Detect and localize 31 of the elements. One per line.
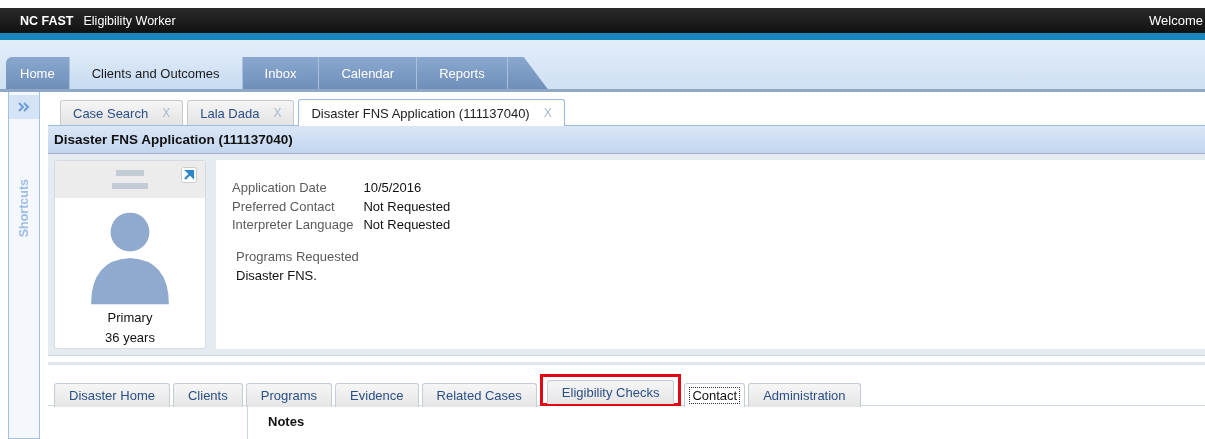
page-tab[interactable]: Disaster FNS Application (111137040) X: [298, 99, 565, 126]
person-role: Primary: [107, 309, 153, 327]
detail-value: 10/5/2016: [363, 179, 423, 197]
page-tab[interactable]: Lala Dada X: [187, 100, 295, 125]
detail-label: Preferred Contact: [232, 197, 336, 216]
programs-value: Disaster FNS.: [236, 266, 318, 285]
detail-label: Interpreter Language: [232, 216, 354, 234]
welcome-text: Welcome: [1149, 13, 1204, 28]
section-title: Notes: [267, 413, 306, 431]
programs-label: Programs Requested: [236, 247, 360, 266]
expand-icon[interactable]: [9, 95, 39, 119]
person-age: 36 years: [105, 329, 155, 347]
case-tab[interactable]: Related Cases: [421, 383, 537, 407]
case-tab[interactable]: Clients: [172, 383, 243, 407]
blurred-name: [116, 170, 144, 176]
case-tab[interactable]: Disaster Home: [54, 383, 170, 407]
detail-value: Not Requested: [363, 216, 451, 234]
case-tab[interactable]: Eligibility Checks: [546, 380, 675, 404]
detail-label: Application Date: [232, 179, 328, 197]
page-tab[interactable]: Case Search X: [60, 100, 184, 125]
case-tab[interactable]: Administration: [748, 383, 861, 407]
link-icon[interactable]: [181, 167, 197, 183]
role-label: Eligibility Worker: [83, 13, 176, 28]
case-tab[interactable]: Contact: [684, 383, 746, 407]
page-title: Disaster FNS Application (111137040): [48, 126, 1205, 154]
case-tab[interactable]: Programs: [245, 383, 333, 407]
blurred-name: [112, 183, 148, 189]
main-tab[interactable]: Clients and Outcomes: [69, 57, 243, 89]
brand-name: NC FAST: [20, 13, 74, 28]
detail-value: Not Requested: [363, 197, 451, 216]
case-tab[interactable]: Evidence: [335, 383, 419, 407]
